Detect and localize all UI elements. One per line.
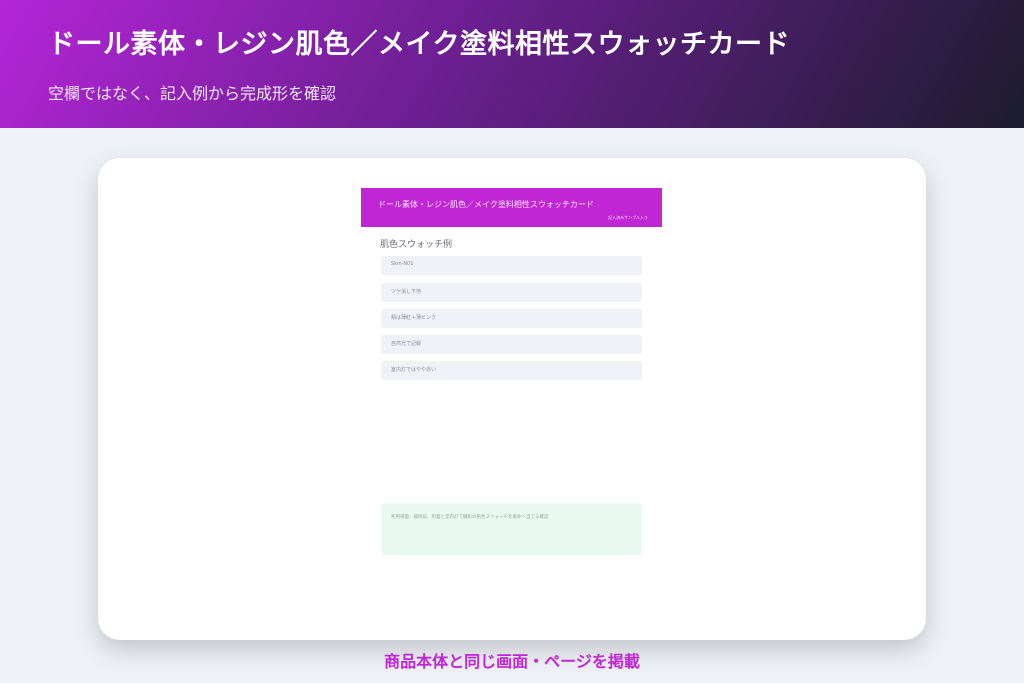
- hero-banner: ドール素体・レジン肌色／メイク塗料相性スウォッチカード 空欄ではなく、記入例から…: [0, 0, 1024, 128]
- footer-caption: 商品本体と同じ画面・ページを掲載: [384, 652, 640, 671]
- hero-subtitle: 空欄ではなく、記入例から完成形を確認: [48, 84, 337, 103]
- usage-note: 利用場面：補修前、到着と室内灯で撮影の肌色スウォッチを素体へ当てる確認: [381, 503, 642, 555]
- section-title: 肌色スウォッチ例: [380, 240, 453, 250]
- swatch-field-text: ツヤ消し下地: [391, 289, 422, 295]
- swatch-field: Skin-N01: [381, 256, 642, 275]
- hero-title: ドール素体・レジン肌色／メイク塗料相性スウォッチカード: [48, 29, 790, 60]
- preview-header: ドール素体・レジン肌色／メイク塗料相性スウォッチカード 記入済みサンプル入り: [361, 188, 662, 227]
- preview-card: ドール素体・レジン肌色／メイク塗料相性スウォッチカード 記入済みサンプル入り 肌…: [98, 158, 926, 640]
- swatch-field-text: 自然光で記録: [391, 341, 422, 347]
- swatch-card-preview: ドール素体・レジン肌色／メイク塗料相性スウォッチカード 記入済みサンプル入り 肌…: [361, 188, 662, 598]
- preview-title: ドール素体・レジン肌色／メイク塗料相性スウォッチカード: [378, 200, 594, 209]
- swatch-field-text: 頬は薄紅＋薄ピンク: [391, 315, 437, 321]
- swatch-field: ツヤ消し下地: [381, 283, 642, 302]
- swatch-field: 自然光で記録: [381, 335, 642, 354]
- usage-note-text: 利用場面：補修前、到着と室内灯で撮影の肌色スウォッチを素体へ当てる確認: [391, 515, 549, 520]
- swatch-field: 室内灯ではやや赤い: [381, 361, 642, 380]
- swatch-field-text: 室内灯ではやや赤い: [391, 367, 437, 373]
- swatch-field: 頬は薄紅＋薄ピンク: [381, 309, 642, 328]
- preview-subtitle: 記入済みサンプル入り: [608, 215, 648, 220]
- swatch-field-text: Skin-N01: [391, 261, 414, 267]
